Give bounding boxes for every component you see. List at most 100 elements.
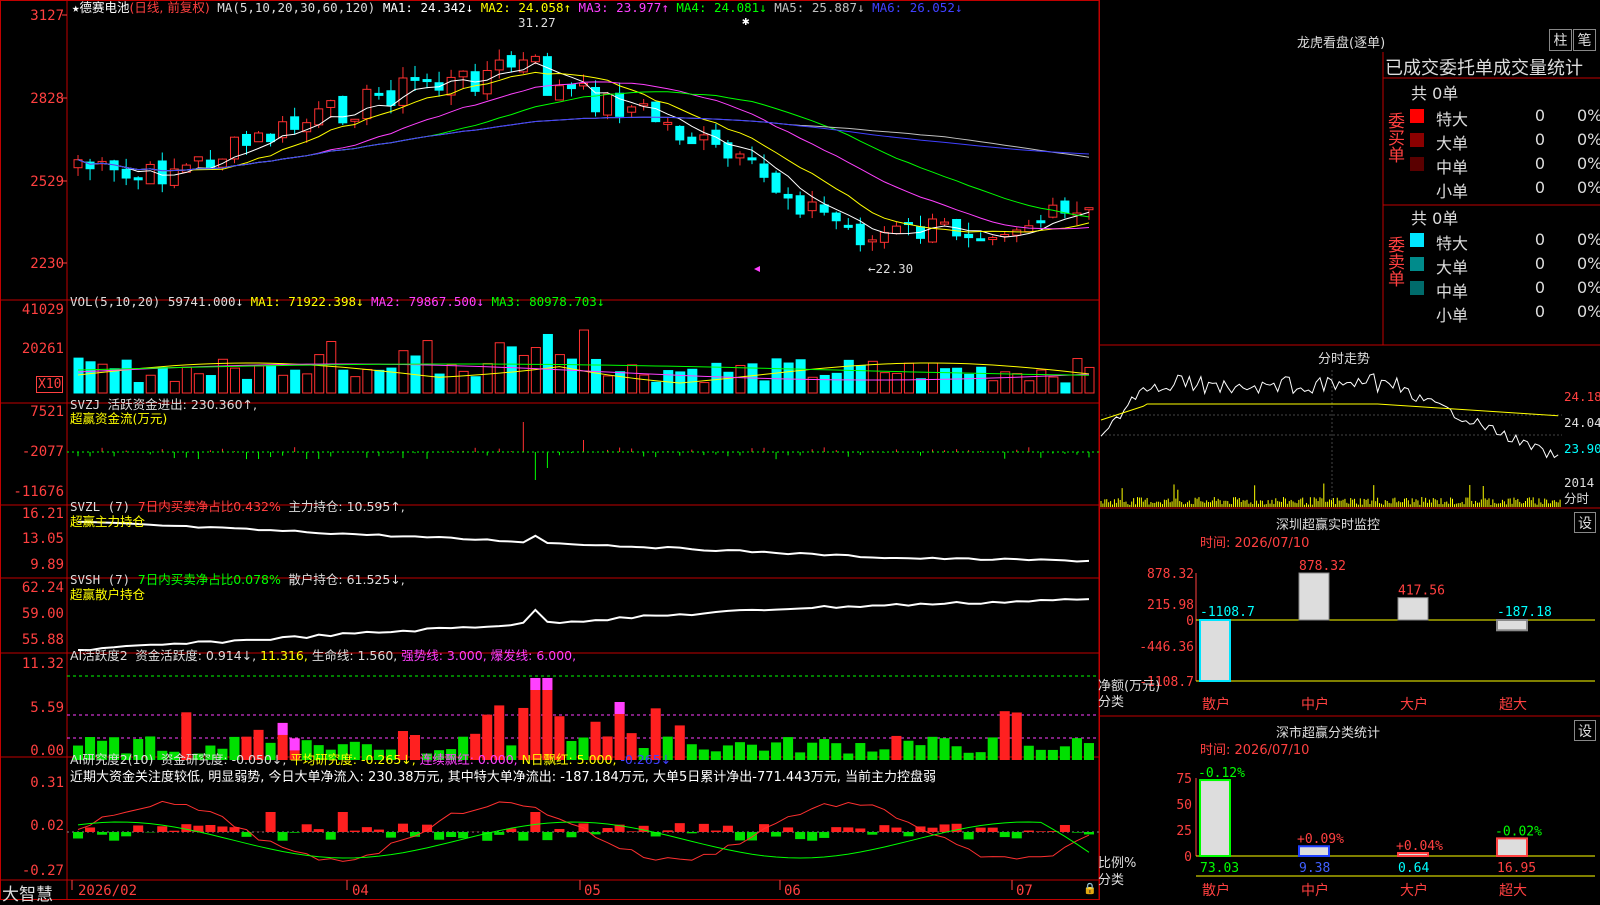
volume-bar	[772, 359, 781, 393]
x-tick: 06	[784, 884, 801, 898]
svzj-item: 活跃资金进出: 230.360↑,	[108, 397, 257, 412]
volume-bar	[291, 370, 300, 393]
volume-bar	[796, 360, 805, 393]
research-bar	[976, 828, 986, 832]
svsh-header: SVSH (7) 7日内买卖净占比0.078% 散户持仓: 61.525↓,	[70, 573, 405, 587]
candle-body	[170, 169, 178, 185]
ai2-header: AI活跃度2 资金活跃度: 0.914↓, 11.316, 生命线: 1.560…	[70, 649, 576, 663]
main-panel-header: ★德赛电池(日线, 前复权) MA(5,10,20,30,60,120) MA1…	[72, 1, 962, 15]
volume-bar	[929, 363, 938, 393]
research-bar	[1000, 832, 1010, 837]
svzl-title: SVZL (7)	[70, 499, 130, 514]
research-bar	[518, 832, 528, 841]
volume-bar	[724, 372, 733, 393]
research-bar	[867, 832, 877, 835]
research-bar	[771, 832, 781, 837]
activity-bar	[530, 678, 540, 760]
net-amount-bar	[1299, 573, 1329, 620]
vol-ma-value: MA1: 71922.398↓	[243, 294, 363, 309]
volume-bar	[218, 359, 227, 393]
research-bar	[205, 825, 215, 832]
change-label: +0.09%	[1297, 832, 1344, 847]
intraday-vol-label: 分时	[1564, 492, 1589, 506]
ai-research-title: AI研究度2(10)	[70, 752, 153, 767]
activity-bar	[831, 743, 841, 760]
candle-body	[122, 169, 130, 178]
ratio-bar	[1299, 846, 1329, 856]
chart-mode[interactable]: (日线, 前复权)	[130, 0, 210, 15]
sz-class-time: 时间: 2026/07/10	[1200, 744, 1309, 758]
ma-line	[78, 92, 1089, 217]
research-bar	[566, 832, 576, 837]
intraday-avg-line	[1101, 404, 1558, 420]
candle-body	[146, 164, 154, 183]
volume-bar	[459, 371, 468, 393]
volume-bar	[543, 334, 552, 393]
ai-research-value: 连续飘红: 0.000,	[416, 752, 518, 767]
category-name: 大单	[1436, 130, 1468, 154]
category-name: 中单	[1436, 154, 1468, 178]
favorite-star-icon[interactable]: ★	[72, 0, 80, 15]
activity-bar	[1036, 750, 1046, 760]
volume-bar	[1037, 370, 1046, 393]
candle-body	[892, 226, 900, 233]
research-bar	[783, 827, 793, 832]
research-bar	[326, 832, 336, 840]
activity-bar	[915, 745, 925, 760]
category-label: 超大	[1499, 697, 1527, 713]
research-bar	[940, 824, 950, 832]
research-bar	[1012, 832, 1022, 838]
volume-bar	[977, 367, 986, 393]
candle-body	[832, 213, 840, 221]
category-name: 大单	[1436, 254, 1468, 278]
tick-view-button[interactable]: 笔	[1573, 29, 1596, 51]
net-amount-bar	[1398, 598, 1428, 620]
volume-bar	[736, 365, 745, 393]
volume-bar	[110, 369, 119, 393]
volume-bar	[158, 368, 167, 393]
intraday-vol: 2014	[1564, 476, 1594, 490]
candle-body	[1061, 201, 1069, 213]
activity-bar	[879, 749, 889, 760]
change-label: -0.12%	[1198, 766, 1245, 781]
candle-body	[267, 134, 275, 141]
candle-body	[616, 93, 624, 116]
y-tick: 0	[1186, 614, 1194, 629]
ai2-value: 爆发线: 6.000,	[487, 648, 576, 663]
ai2-value: 强势线: 3.000,	[397, 648, 486, 663]
research-bar	[446, 832, 456, 837]
y-tick: 3127	[0, 8, 64, 24]
candle-body	[423, 80, 431, 82]
candle-body	[375, 93, 383, 95]
activity-bar	[819, 739, 829, 760]
research-bar	[266, 812, 276, 832]
x-tick: 07	[1016, 884, 1033, 898]
sz-monitor-title: 深圳超赢实时监控	[1276, 514, 1380, 533]
lock-icon[interactable]: 🔒	[1083, 882, 1097, 896]
volume-bar	[279, 375, 288, 393]
candle-body	[206, 160, 214, 167]
activity-bar	[843, 753, 853, 760]
research-bar	[735, 832, 745, 840]
volume-bar	[230, 368, 239, 393]
category-pct: 0%	[1577, 302, 1600, 321]
research-bar	[278, 832, 288, 841]
activity-bar	[542, 678, 552, 760]
sz-monitor-settings-button[interactable]: 设	[1574, 512, 1596, 533]
activity-bar	[867, 752, 877, 760]
research-bar	[434, 832, 444, 840]
candle-body	[243, 134, 251, 145]
low-price-label: ←22.30	[868, 262, 913, 276]
candle-body	[194, 157, 202, 161]
volume-bar	[916, 379, 925, 393]
research-bar	[843, 827, 853, 832]
research-bar	[603, 828, 613, 832]
volume-bar	[375, 370, 384, 393]
bar-view-button[interactable]: 柱	[1549, 29, 1572, 51]
sz-class-settings-button[interactable]: 设	[1574, 720, 1596, 741]
vol-value: 59741.000↓	[168, 294, 243, 309]
y-tick: 0	[1184, 850, 1192, 865]
ma-params: MA(5,10,20,30,60,120)	[217, 0, 375, 15]
ai2-value: 生命线: 1.560,	[308, 648, 397, 663]
candle-body	[507, 56, 515, 67]
